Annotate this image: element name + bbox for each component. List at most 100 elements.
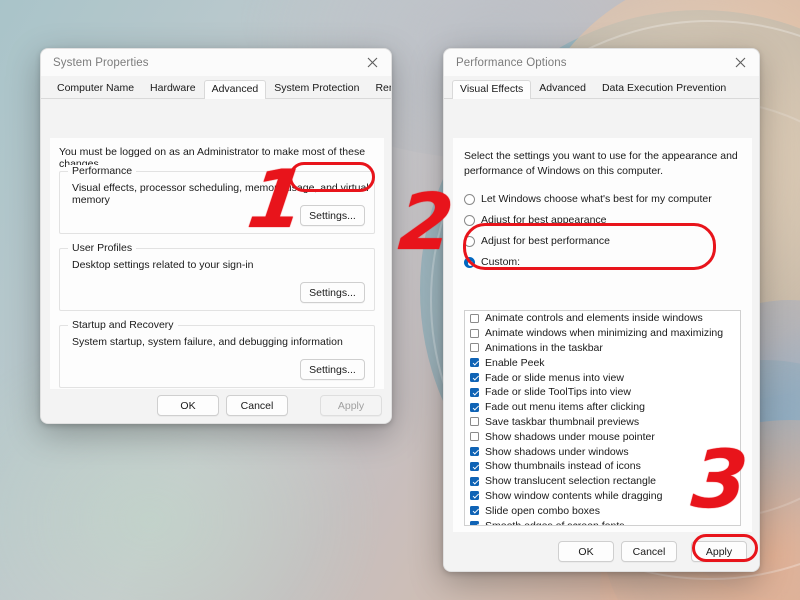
checkbox-unchecked-icon[interactable] — [470, 343, 479, 353]
performance-options-tabstrip: Visual Effects Advanced Data Execution P… — [444, 80, 759, 99]
user-profiles-settings-button[interactable]: Settings... — [300, 282, 365, 303]
perfopts-apply-button[interactable]: Apply — [691, 541, 747, 562]
button-label: Apply — [337, 399, 365, 412]
checkbox-checked-icon[interactable] — [470, 358, 479, 368]
effect-row[interactable]: Slide open combo boxes — [465, 503, 740, 518]
radio-unselected-icon — [464, 193, 475, 205]
checkbox-checked-icon[interactable] — [470, 461, 479, 471]
effect-label: Show thumbnails instead of icons — [485, 460, 641, 473]
effect-label: Animate controls and elements inside win… — [485, 312, 703, 325]
effect-row[interactable]: Animations in the taskbar — [465, 341, 740, 356]
effect-row[interactable]: Show thumbnails instead of icons — [465, 459, 740, 474]
startup-recovery-group-legend: Startup and Recovery — [68, 319, 178, 331]
tab-data-execution-prevention[interactable]: Data Execution Prevention — [594, 79, 734, 98]
effect-row[interactable]: Fade out menu items after clicking — [465, 400, 740, 415]
perfopts-ok-button[interactable]: OK — [558, 541, 614, 562]
effect-row[interactable]: Animate controls and elements inside win… — [465, 311, 740, 326]
checkbox-unchecked-icon[interactable] — [470, 417, 479, 427]
button-label: Cancel — [632, 545, 666, 558]
tab-label: System Protection — [274, 82, 360, 94]
performance-group-desc: Visual effects, processor scheduling, me… — [72, 182, 369, 206]
startup-recovery-group: Startup and Recovery System startup, sys… — [59, 319, 375, 388]
effect-row[interactable]: Show translucent selection rectangle — [465, 474, 740, 489]
tab-label: Advanced — [211, 83, 259, 95]
tab-advanced[interactable]: Advanced — [203, 80, 267, 99]
radio-unselected-icon — [464, 235, 475, 247]
radio-custom[interactable]: Custom: — [464, 256, 744, 268]
checkbox-checked-icon[interactable] — [470, 447, 479, 457]
radio-best-performance[interactable]: Adjust for best performance — [464, 235, 744, 247]
button-label: Settings... — [309, 363, 356, 376]
checkbox-unchecked-icon[interactable] — [470, 432, 479, 442]
system-properties-dialog: System Properties Computer Name Hardware… — [40, 48, 392, 424]
radio-let-windows-choose[interactable]: Let Windows choose what's best for my co… — [464, 193, 744, 205]
visual-effects-panel: Select the settings you want to use for … — [453, 138, 752, 534]
visual-effects-intro: Select the settings you want to use for … — [464, 149, 738, 179]
effect-row[interactable]: Smooth edges of screen fonts — [465, 518, 740, 526]
effect-row[interactable]: Animate windows when minimizing and maxi… — [465, 326, 740, 341]
effect-label: Show shadows under windows — [485, 445, 629, 458]
checkbox-checked-icon[interactable] — [470, 387, 479, 397]
perfopts-cancel-button[interactable]: Cancel — [621, 541, 677, 562]
startup-recovery-settings-button[interactable]: Settings... — [300, 359, 365, 380]
effect-row[interactable]: Fade or slide ToolTips into view — [465, 385, 740, 400]
performance-options-titlebar[interactable]: Performance Options — [444, 49, 759, 76]
checkbox-unchecked-icon[interactable] — [470, 313, 479, 323]
performance-group-legend: Performance — [68, 165, 137, 177]
effect-label: Enable Peek — [485, 356, 545, 369]
radio-label: Custom: — [481, 256, 521, 268]
effect-label: Save taskbar thumbnail previews — [485, 415, 640, 428]
radio-label: Adjust for best appearance — [481, 214, 607, 226]
effect-label: Fade or slide ToolTips into view — [485, 386, 631, 399]
effect-row[interactable]: Show shadows under mouse pointer — [465, 429, 740, 444]
tab-label: Data Execution Prevention — [601, 82, 727, 94]
close-icon[interactable] — [353, 49, 391, 76]
tab-remote[interactable]: Remote — [367, 79, 391, 98]
tab-system-protection[interactable]: System Protection — [266, 79, 367, 98]
checkbox-checked-icon[interactable] — [470, 521, 479, 525]
effect-label: Show translucent selection rectangle — [485, 475, 657, 488]
tab-computer-name[interactable]: Computer Name — [49, 79, 142, 98]
performance-settings-button[interactable]: Settings... — [300, 205, 365, 226]
effect-label: Fade out menu items after clicking — [485, 401, 645, 414]
radio-unselected-icon — [464, 214, 475, 226]
checkbox-checked-icon[interactable] — [470, 476, 479, 486]
tab-advanced[interactable]: Advanced — [531, 79, 594, 98]
checkbox-checked-icon[interactable] — [470, 373, 479, 383]
checkbox-checked-icon[interactable] — [470, 491, 479, 501]
performance-options-footer: OK Cancel Apply — [444, 532, 759, 571]
tab-label: Visual Effects — [460, 83, 524, 95]
effect-row[interactable]: Show shadows under windows — [465, 444, 740, 459]
effect-row[interactable]: Enable Peek — [465, 355, 740, 370]
effect-label: Animate windows when minimizing and maxi… — [485, 327, 724, 340]
system-properties-titlebar[interactable]: System Properties — [41, 49, 391, 76]
sysprops-ok-button[interactable]: OK — [157, 395, 219, 416]
checkbox-checked-icon[interactable] — [470, 506, 479, 516]
radio-label: Let Windows choose what's best for my co… — [481, 193, 712, 205]
advanced-tab-panel: You must be logged on as an Administrato… — [50, 138, 384, 417]
tab-label: Computer Name — [57, 82, 135, 94]
tab-visual-effects[interactable]: Visual Effects — [452, 80, 532, 99]
tab-hardware[interactable]: Hardware — [142, 79, 204, 98]
effect-row[interactable]: Fade or slide menus into view — [465, 370, 740, 385]
effect-row[interactable]: Save taskbar thumbnail previews — [465, 415, 740, 430]
tab-label: Hardware — [150, 82, 196, 94]
checkbox-unchecked-icon[interactable] — [470, 328, 479, 338]
effect-label: Fade or slide menus into view — [485, 371, 624, 384]
visual-effects-listbox[interactable]: Animate controls and elements inside win… — [464, 310, 741, 526]
performance-options-dialog: Performance Options Visual Effects Advan… — [443, 48, 760, 572]
effect-row[interactable]: Show window contents while dragging — [465, 489, 740, 504]
button-label: OK — [578, 545, 594, 558]
sysprops-cancel-button[interactable]: Cancel — [226, 395, 288, 416]
button-label: Settings... — [309, 209, 356, 222]
radio-selected-icon — [464, 256, 475, 268]
system-properties-title: System Properties — [53, 56, 149, 69]
checkbox-checked-icon[interactable] — [470, 402, 479, 412]
system-properties-footer: OK Cancel Apply — [41, 389, 391, 423]
effect-label: Smooth edges of screen fonts — [485, 519, 625, 526]
tab-label: Advanced — [539, 82, 586, 94]
close-icon[interactable] — [721, 49, 759, 76]
radio-best-appearance[interactable]: Adjust for best appearance — [464, 214, 744, 226]
user-profiles-group: User Profiles Desktop settings related t… — [59, 242, 375, 311]
intro-line-1: Select the settings you want to use for … — [464, 150, 738, 162]
